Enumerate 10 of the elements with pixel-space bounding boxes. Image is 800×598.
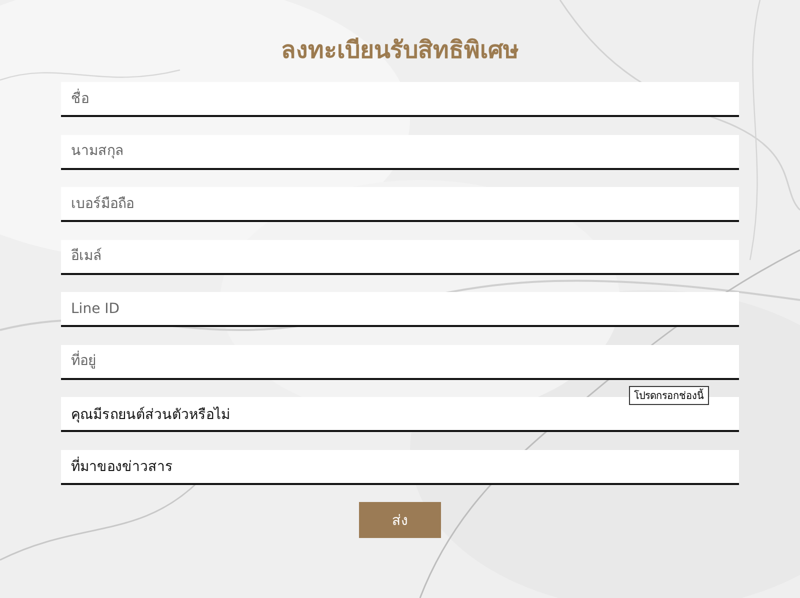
dropdown-field[interactable]: ที่มาของข่าวสาร (61, 450, 739, 484)
form-title: ลงทะเบียนรับสิทธิพิเศษ (281, 35, 519, 66)
input-field[interactable]: อีเมล์ (61, 240, 739, 274)
input-field[interactable]: เบอร์มือถือ (61, 187, 739, 222)
tooltip: โปรดกรอกช่องนี้ (629, 386, 709, 405)
input-field[interactable]: Line ID (61, 292, 739, 327)
input-field[interactable]: นามสกุล (61, 134, 739, 170)
input-field[interactable]: ชื่อ (61, 82, 739, 117)
input-field[interactable]: ที่อยู่ (61, 344, 739, 380)
submit-button[interactable]: ส่ง (359, 502, 441, 538)
